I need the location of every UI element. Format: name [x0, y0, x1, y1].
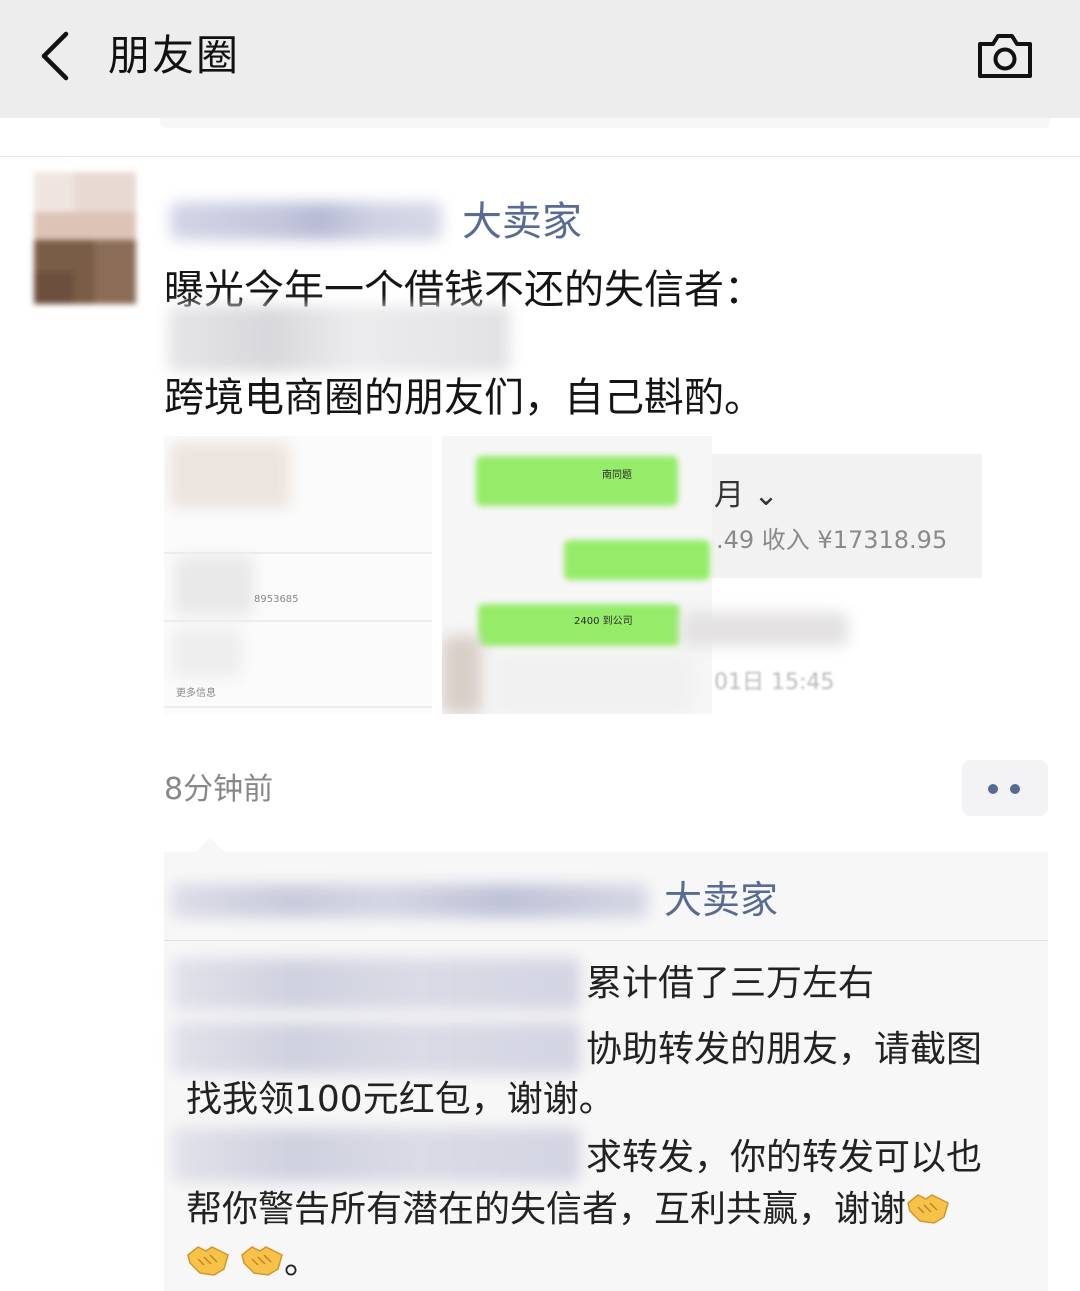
comment-text: 协助转发的朋友，请截图: [586, 1029, 983, 1070]
avatar[interactable]: [34, 172, 136, 304]
more-dots-icon[interactable]: [962, 760, 1048, 816]
blurred-text-line: [168, 306, 510, 372]
dot: [1010, 784, 1020, 794]
account-number-text: 8953685: [254, 594, 299, 605]
top-navigation-bar: 朋友圈: [0, 0, 1080, 118]
blurred-like-names: [172, 884, 648, 918]
blurred-username: [170, 202, 442, 240]
comment-text-line: 帮你警告所有潜在的失信者，互利共赢，谢谢: [186, 1186, 950, 1234]
comment-text-line: 。: [186, 1238, 320, 1286]
page-title: 朋友圈: [108, 31, 241, 80]
post-time: 8分钟前: [164, 772, 274, 807]
comment-text: 求转发，你的转发可以也: [586, 1137, 983, 1178]
blurred-region: [682, 612, 848, 646]
more-info-text: 更多信息: [176, 688, 216, 699]
chevron-left-icon[interactable]: [36, 28, 76, 84]
chat-bubble-green: [476, 456, 678, 506]
blurred-commenter: [172, 1128, 580, 1182]
handshake-icon: [187, 1246, 229, 1276]
blurred-region: [174, 556, 254, 616]
chat-bubble-text: 南同题: [602, 470, 632, 481]
row-divider: [164, 552, 432, 554]
row-divider: [164, 620, 432, 622]
divider: [0, 156, 1080, 157]
like-user-name[interactable]: 大卖家: [664, 874, 778, 926]
blurred-region: [170, 442, 290, 508]
blurred-commenter: [172, 958, 580, 1010]
handshake-icon: [907, 1194, 949, 1224]
post-image-right[interactable]: 南同题 2400 到公司: [442, 436, 982, 714]
post-image-left[interactable]: 8953685 更多信息: [164, 436, 432, 714]
timestamp-ghost: 01日 15:45: [714, 670, 835, 695]
blurred-region: [172, 628, 242, 678]
comment-box-arrow: [196, 838, 224, 852]
previous-post-remnant: [160, 118, 1050, 128]
likes-divider: [164, 940, 1048, 941]
comment-text: 累计借了三万左右: [586, 963, 875, 1004]
chat-bubble-green: [564, 540, 710, 580]
month-selector: 月 ⌄: [714, 478, 779, 513]
handshake-icon: [241, 1246, 283, 1276]
comment-text-tail: 。: [284, 1241, 321, 1282]
post-author-name[interactable]: 大卖家: [462, 196, 582, 248]
blurred-commenter: [172, 1022, 580, 1074]
comment-text: 帮你警告所有潜在的失信者，互利共赢，谢谢: [186, 1189, 907, 1230]
post-text-line3: 跨境电商圈的朋友们，自己斟酌。: [164, 375, 764, 421]
blurred-region: [442, 636, 482, 714]
row-divider: [164, 706, 432, 708]
camera-icon[interactable]: [976, 30, 1034, 80]
income-summary: .49 收入 ¥17318.95: [716, 526, 948, 554]
chat-bubble-text: 2400 到公司: [574, 616, 633, 627]
comment-text: 找我领100元红包，谢谢。: [186, 1079, 615, 1120]
blurred-region: [492, 656, 692, 712]
dot: [988, 784, 998, 794]
